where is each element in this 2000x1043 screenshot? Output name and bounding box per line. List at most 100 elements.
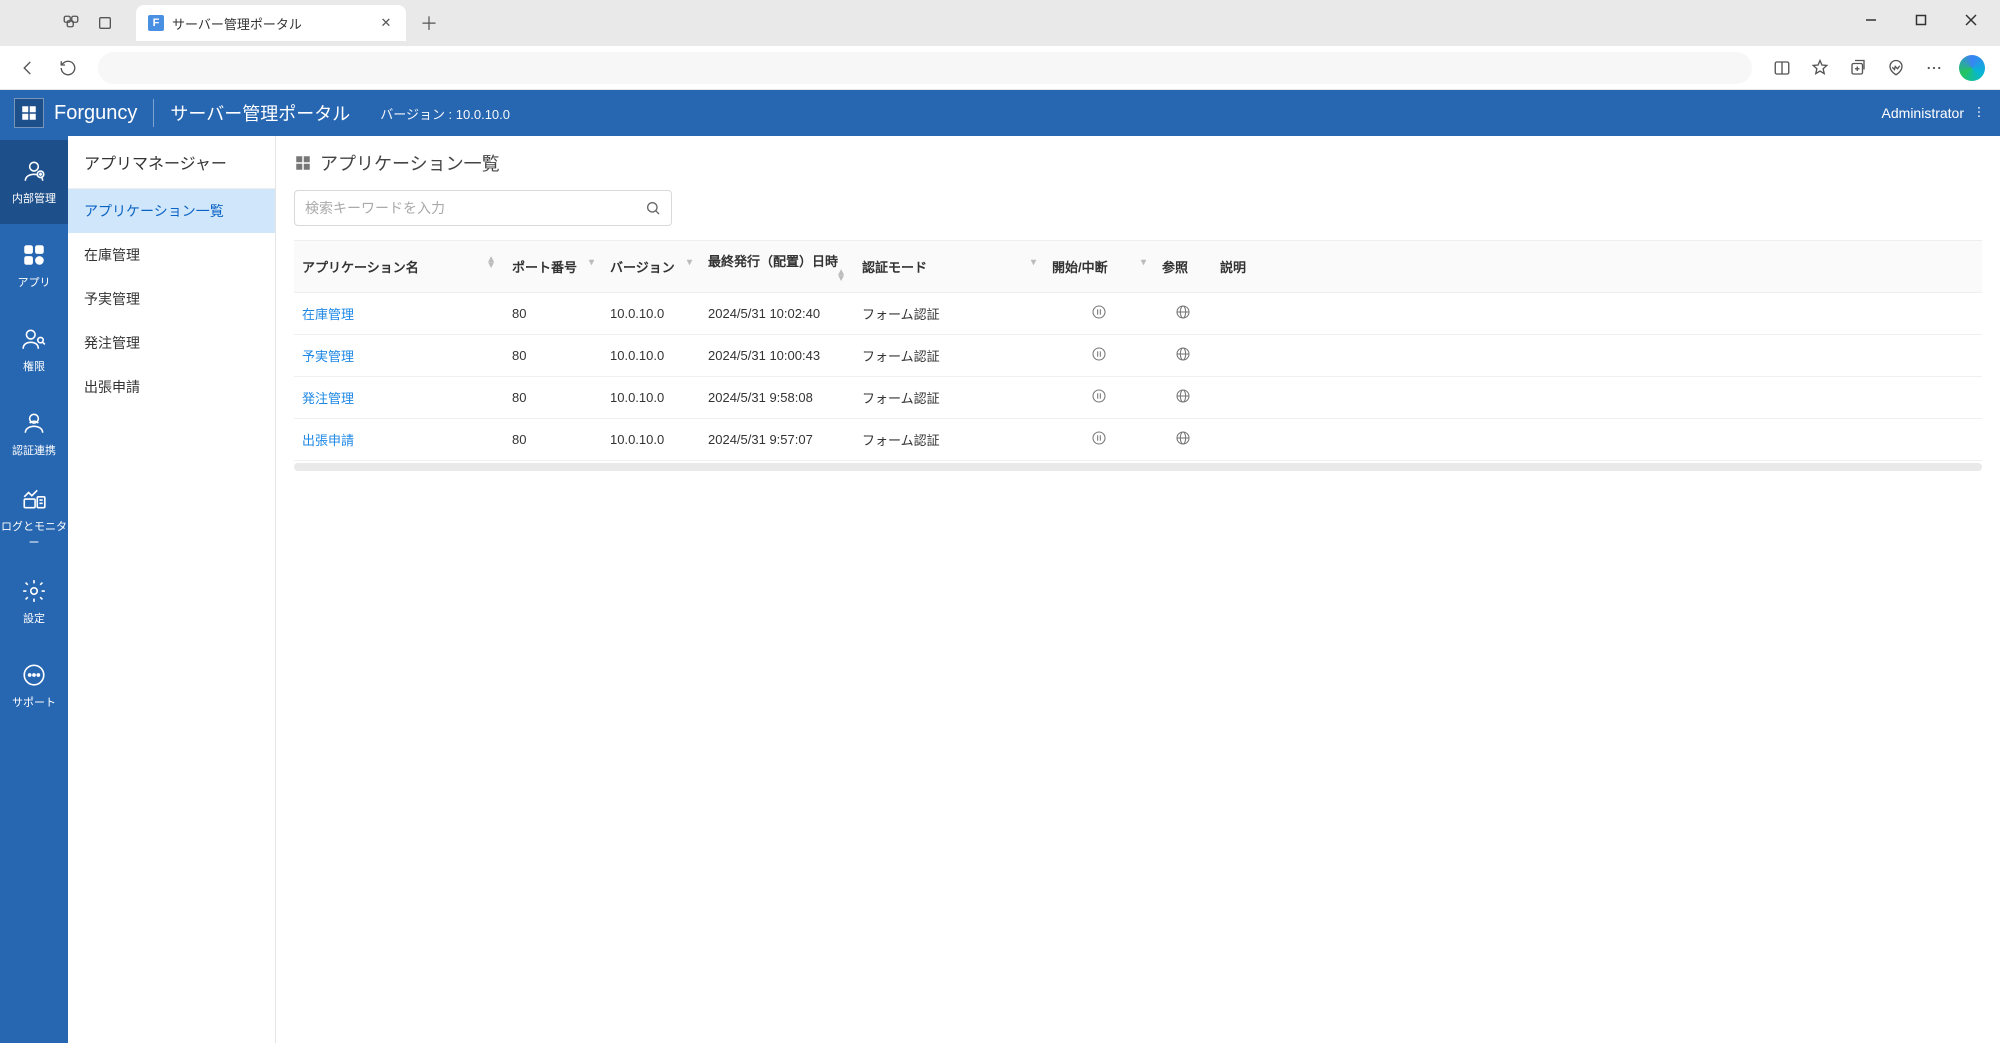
cell-last-published: 2024/5/31 9:58:08	[700, 377, 854, 419]
split-screen-icon[interactable]	[1764, 50, 1800, 86]
app-name-link[interactable]: 予実管理	[302, 349, 354, 364]
version-label: バージョン : 10.0.10.0	[380, 104, 510, 123]
filter-icon[interactable]: ▾	[1031, 257, 1036, 268]
header-divider	[153, 99, 154, 127]
col-version[interactable]: バージョン▾	[602, 241, 700, 293]
app-root: Forguncy サーバー管理ポータル バージョン : 10.0.10.0 Ad…	[0, 90, 2000, 1043]
nav-rail: 内部管理アプリ権限認証連携ログとモニター設定サポート	[0, 136, 68, 1043]
browser-nav-bar	[0, 46, 2000, 90]
grid-icon	[294, 154, 312, 172]
tab-close-icon[interactable]: ✕	[378, 15, 394, 31]
rail-item-log[interactable]: ログとモニター	[0, 476, 68, 560]
page-title: アプリケーション一覧	[294, 150, 1982, 176]
main-content: アプリケーション一覧 アプリケーション名▲▼ ポート番号▾ バージョン▾ 最終発…	[276, 136, 2000, 1043]
sort-icon[interactable]: ▲▼	[486, 257, 496, 269]
cell-last-published: 2024/5/31 10:02:40	[700, 293, 854, 335]
globe-icon[interactable]	[1175, 350, 1191, 365]
side-nav-header: アプリマネージャー	[68, 136, 275, 189]
filter-icon[interactable]: ▾	[687, 257, 692, 268]
cell-last-published: 2024/5/31 9:57:07	[700, 419, 854, 461]
app-name-link[interactable]: 発注管理	[302, 391, 354, 406]
address-bar[interactable]	[98, 52, 1752, 84]
table-horizontal-scrollbar[interactable]	[294, 463, 1982, 471]
app-name-link[interactable]: 在庫管理	[302, 307, 354, 322]
collections-icon[interactable]	[1840, 50, 1876, 86]
sidebar-item-4[interactable]: 出張申請	[68, 365, 275, 409]
search-input[interactable]	[305, 200, 645, 216]
rail-item-app[interactable]: アプリ	[0, 224, 68, 308]
cell-description	[1212, 377, 1982, 419]
col-description: 説明	[1212, 241, 1982, 293]
user-menu-icon[interactable]	[1972, 105, 1986, 122]
pause-icon[interactable]	[1091, 434, 1107, 449]
rail-item-settings[interactable]: 設定	[0, 560, 68, 644]
table-row: 在庫管理8010.0.10.02024/5/31 10:02:40フォーム認証	[294, 293, 1982, 335]
tab-title: サーバー管理ポータル	[172, 14, 370, 33]
cell-auth-mode: フォーム認証	[854, 419, 1044, 461]
filter-icon[interactable]: ▾	[1141, 257, 1146, 268]
sort-icon[interactable]: ▲▼	[836, 270, 846, 282]
cell-version: 10.0.10.0	[602, 335, 700, 377]
globe-icon[interactable]	[1175, 308, 1191, 323]
col-name[interactable]: アプリケーション名▲▼	[294, 241, 504, 293]
rail-label: ログとモニター	[0, 518, 68, 550]
cell-port: 80	[504, 419, 602, 461]
search-box[interactable]	[294, 190, 672, 226]
app-brand: Forguncy	[54, 102, 137, 125]
table-row: 発注管理8010.0.10.02024/5/31 9:58:08フォーム認証	[294, 377, 1982, 419]
browser-titlebar: F サーバー管理ポータル ✕ ＋	[0, 0, 2000, 46]
filter-icon[interactable]: ▾	[589, 257, 594, 268]
tab-strip: F サーバー管理ポータル ✕ ＋	[0, 0, 444, 46]
browser-tab-active[interactable]: F サーバー管理ポータル ✕	[136, 5, 406, 41]
rail-item-perm[interactable]: 権限	[0, 308, 68, 392]
pause-icon[interactable]	[1091, 308, 1107, 323]
pause-icon[interactable]	[1091, 392, 1107, 407]
table-row: 予実管理8010.0.10.02024/5/31 10:00:43フォーム認証	[294, 335, 1982, 377]
more-icon[interactable]	[1916, 50, 1952, 86]
sidebar-item-2[interactable]: 予実管理	[68, 277, 275, 321]
portal-title: サーバー管理ポータル	[170, 100, 350, 126]
search-icon[interactable]	[645, 200, 661, 216]
pause-icon[interactable]	[1091, 350, 1107, 365]
app-header: Forguncy サーバー管理ポータル バージョン : 10.0.10.0 Ad…	[0, 90, 2000, 136]
sidebar-item-0[interactable]: アプリケーション一覧	[68, 189, 275, 233]
globe-icon[interactable]	[1175, 434, 1191, 449]
rail-item-support[interactable]: サポート	[0, 644, 68, 728]
nav-refresh-icon[interactable]	[50, 50, 86, 86]
window-close-icon[interactable]	[1948, 4, 1994, 36]
sidebar-item-3[interactable]: 発注管理	[68, 321, 275, 365]
col-start-stop[interactable]: 開始/中断▾	[1044, 241, 1154, 293]
tab-actions-icon[interactable]	[88, 6, 122, 40]
workspaces-icon[interactable]	[54, 6, 88, 40]
new-tab-button[interactable]: ＋	[414, 8, 444, 38]
copilot-icon[interactable]	[1954, 50, 1990, 86]
rail-item-internal[interactable]: 内部管理	[0, 140, 68, 224]
rail-label: 内部管理	[12, 190, 56, 206]
col-port[interactable]: ポート番号▾	[504, 241, 602, 293]
cell-port: 80	[504, 335, 602, 377]
window-maximize-icon[interactable]	[1898, 4, 1944, 36]
app-name-link[interactable]: 出張申請	[302, 433, 354, 448]
rail-label: 認証連携	[12, 442, 56, 458]
table-row: 出張申請8010.0.10.02024/5/31 9:57:07フォーム認証	[294, 419, 1982, 461]
globe-icon[interactable]	[1175, 392, 1191, 407]
performance-icon[interactable]	[1878, 50, 1914, 86]
sidebar-item-1[interactable]: 在庫管理	[68, 233, 275, 277]
cell-description	[1212, 419, 1982, 461]
page-title-text: アプリケーション一覧	[320, 150, 500, 176]
rail-label: サポート	[12, 694, 56, 710]
rail-label: アプリ	[18, 274, 51, 290]
rail-label: 権限	[23, 358, 45, 374]
window-minimize-icon[interactable]	[1848, 4, 1894, 36]
tab-favicon: F	[148, 15, 164, 31]
col-last-published[interactable]: 最終発行（配置）日時▲▼	[700, 241, 854, 293]
col-auth-mode[interactable]: 認証モード▾	[854, 241, 1044, 293]
cell-auth-mode: フォーム認証	[854, 293, 1044, 335]
rail-item-auth[interactable]: 認証連携	[0, 392, 68, 476]
cell-version: 10.0.10.0	[602, 293, 700, 335]
cell-auth-mode: フォーム認証	[854, 377, 1044, 419]
nav-back-icon[interactable]	[10, 50, 46, 86]
cell-version: 10.0.10.0	[602, 377, 700, 419]
favorites-icon[interactable]	[1802, 50, 1838, 86]
current-user[interactable]: Administrator	[1882, 105, 1964, 121]
